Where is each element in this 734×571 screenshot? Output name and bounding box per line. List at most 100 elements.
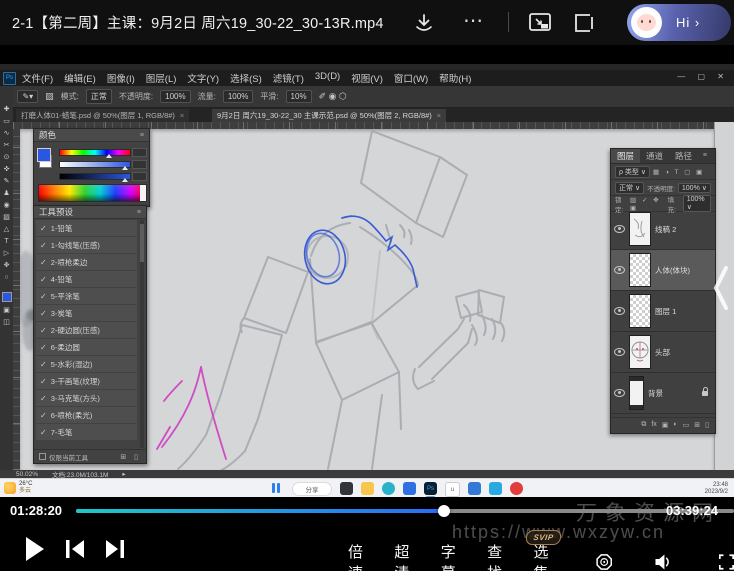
- tool-icon[interactable]: ▨: [3, 214, 10, 221]
- mini-window-icon[interactable]: [572, 11, 596, 35]
- layers-footer-icon[interactable]: ▯: [705, 421, 709, 429]
- volume-icon[interactable]: [654, 550, 672, 571]
- ps-menu-item[interactable]: 3D(D): [315, 71, 340, 85]
- layers-footer-icon[interactable]: ▣: [662, 421, 669, 429]
- search-button[interactable]: 查找: [487, 541, 509, 571]
- layers-panel-tab[interactable]: 路径: [669, 149, 698, 163]
- doc-tab-1[interactable]: 打磨人体01-蜡笔.psd @ 50%(图层 1, RGB/8#) ×: [16, 109, 189, 122]
- foreground-color-swatch[interactable]: [37, 148, 51, 162]
- tool-icon[interactable]: ✜: [4, 166, 10, 173]
- layer-thumbnail[interactable]: [629, 335, 651, 369]
- tool-icon[interactable]: ▭: [3, 118, 10, 125]
- brush-picker[interactable]: ✎▾: [17, 90, 38, 103]
- blend-mode-select[interactable]: 正常 ∨: [615, 182, 644, 194]
- tool-icon[interactable]: ⊙: [4, 154, 10, 161]
- tool-icon[interactable]: ▷: [4, 250, 9, 257]
- play-button[interactable]: [24, 536, 46, 562]
- tool-preset-item[interactable]: ✓ 3-干画笔(纹理): [36, 373, 137, 389]
- ps-menu-item[interactable]: 帮助(H): [439, 71, 471, 85]
- layer-filter-select[interactable]: ρ 类型 ∨: [615, 166, 650, 178]
- layer-thumbnail[interactable]: [629, 294, 651, 328]
- tool-preset-item[interactable]: ✓ 5-平涂笔: [36, 288, 137, 304]
- saturation-slider[interactable]: [59, 161, 131, 168]
- taskbar-app-icon[interactable]: [403, 482, 416, 495]
- layer-thumbnail[interactable]: [629, 212, 651, 246]
- opacity-select[interactable]: 100% ∨: [678, 183, 711, 193]
- layer-row[interactable]: 图层 1: [611, 291, 715, 332]
- taskbar-app-icon[interactable]: [468, 482, 481, 495]
- more-menu-icon[interactable]: ⋯: [463, 8, 485, 33]
- picture-in-picture-icon[interactable]: [528, 11, 554, 35]
- layer-visibility-eye-icon[interactable]: [614, 266, 625, 274]
- tool-preset-item[interactable]: ✓ 6-柔边圆: [36, 339, 137, 355]
- layers-footer-icon[interactable]: fx: [651, 421, 656, 428]
- quickmask-icon[interactable]: ▣: [3, 307, 10, 314]
- smooth-select[interactable]: 10%: [286, 90, 312, 103]
- screenmode-icon[interactable]: ◫: [3, 319, 10, 326]
- taskbar-app-icon[interactable]: [340, 482, 353, 495]
- fullscreen-icon[interactable]: [719, 552, 734, 571]
- taskbar-app-icon[interactable]: [361, 482, 374, 495]
- quality-button[interactable]: 超清: [394, 541, 416, 571]
- layer-row[interactable]: 人体(体块): [611, 250, 715, 291]
- current-tool-only-checkbox[interactable]: [39, 453, 46, 460]
- hue-slider[interactable]: [59, 149, 131, 156]
- tool-preset-item[interactable]: ✓ 1-铅笔: [36, 220, 137, 236]
- taskbar-app-icon[interactable]: [489, 482, 502, 495]
- tool-icon[interactable]: ◉: [3, 202, 9, 209]
- layers-panel-tab[interactable]: 图层: [611, 149, 640, 163]
- layer-visibility-eye-icon[interactable]: [614, 389, 625, 397]
- color-spectrum-ramp[interactable]: [38, 184, 147, 202]
- tool-icon[interactable]: ♟: [3, 190, 9, 197]
- progress-thumb[interactable]: [438, 505, 450, 517]
- layer-visibility-eye-icon[interactable]: [614, 225, 625, 233]
- layers-footer-icon[interactable]: ◐: [673, 421, 677, 428]
- layer-visibility-eye-icon[interactable]: [614, 307, 625, 315]
- ps-menu-item[interactable]: 文字(Y): [187, 71, 219, 85]
- hue-value-box[interactable]: [132, 148, 147, 157]
- ps-menu-item[interactable]: 选择(S): [230, 71, 262, 85]
- layer-visibility-eye-icon[interactable]: [614, 348, 625, 356]
- close-tab-icon[interactable]: ×: [180, 111, 184, 120]
- tool-preset-item[interactable]: ✓ 1-勾线笔(压感): [36, 237, 137, 253]
- speed-button[interactable]: 倍速: [348, 541, 370, 571]
- layer-row[interactable]: 头部: [611, 332, 715, 373]
- doc-tab-2[interactable]: 9月2日 周六19_30-22_30 主课示范.psd @ 50%(图层 2, …: [212, 109, 446, 122]
- layer-row[interactable]: 背景: [611, 373, 715, 414]
- tool-preset-item[interactable]: ✓ 7-毛笔: [36, 424, 137, 440]
- ps-menu-item[interactable]: 窗口(W): [394, 71, 428, 85]
- share-button[interactable]: 分享: [292, 482, 332, 496]
- ps-menu-item[interactable]: 视图(V): [351, 71, 383, 85]
- brightness-slider[interactable]: [59, 173, 131, 180]
- panel-toggle-icon[interactable]: ▨: [45, 91, 54, 102]
- ps-menu-item[interactable]: 文件(F): [22, 71, 53, 85]
- tool-icon[interactable]: ✂: [4, 142, 10, 149]
- flow-select[interactable]: 100%: [223, 90, 253, 103]
- layer-filter-icons[interactable]: ▦ ◑ T ▢ ▣: [653, 168, 704, 176]
- brightness-value-box[interactable]: [132, 172, 147, 181]
- foreground-color-swatch[interactable]: [2, 292, 12, 302]
- presets-footer-icons[interactable]: ⊞ ▯: [120, 453, 141, 461]
- layer-row[interactable]: 线稿 2: [611, 209, 715, 250]
- saturation-value-box[interactable]: [132, 160, 147, 169]
- account-button[interactable]: Hi ›: [627, 4, 731, 41]
- subtitle-button[interactable]: 字幕: [441, 541, 463, 571]
- tool-preset-item[interactable]: ✓ 6-喷枪(柔光): [36, 407, 137, 423]
- tool-preset-item[interactable]: ✓ 3-马克笔(方头): [36, 390, 137, 406]
- progress-bar[interactable]: [76, 509, 734, 513]
- tool-icon[interactable]: ○: [4, 274, 8, 281]
- taskbar-app-icon[interactable]: [382, 482, 395, 495]
- tool-preset-item[interactable]: ✓ 2-硬边圆(压感): [36, 322, 137, 338]
- layer-thumbnail[interactable]: [629, 253, 651, 287]
- tool-preset-item[interactable]: ✓ 4-铅笔: [36, 271, 137, 287]
- tool-icon[interactable]: ∿: [4, 130, 10, 137]
- tool-icon[interactable]: ✚: [4, 106, 10, 113]
- layers-footer-icon[interactable]: ▭: [683, 421, 690, 429]
- layers-footer-icon[interactable]: ⧉: [641, 421, 646, 429]
- taskbar-clock[interactable]: 23:48 2023/9/2: [705, 482, 728, 496]
- tool-icon[interactable]: T: [4, 238, 8, 245]
- status-arrow-icon[interactable]: ▸: [122, 470, 125, 478]
- download-icon[interactable]: [414, 13, 434, 33]
- options-right-icons[interactable]: ✐ ◉ ⬡: [319, 91, 347, 102]
- taskbar-app-icon[interactable]: Ps: [424, 482, 437, 495]
